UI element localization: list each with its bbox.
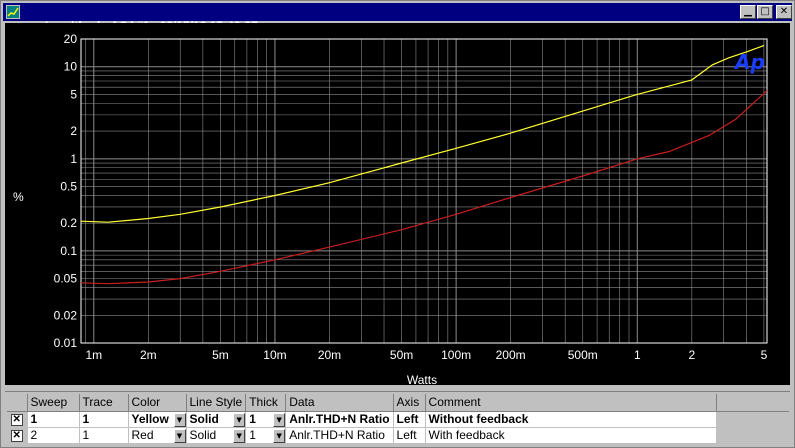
minimize-icon: ▁ (744, 6, 752, 17)
close-button[interactable]: ✕ (776, 5, 792, 19)
grid (81, 38, 767, 344)
y-tick-label: 0.2 (60, 216, 77, 230)
chevron-down-icon[interactable]: ▼ (173, 412, 185, 426)
x-tick-label: 10m (263, 348, 286, 362)
y-axis-label: % (13, 190, 24, 204)
cell-comment[interactable]: With feedback (425, 427, 717, 444)
y-tick-label: 2 (70, 124, 77, 138)
sweep-grid-panel: Sweep Trace Color Line Style Thick Data … (5, 391, 790, 447)
x-tick-label: 200m (496, 348, 526, 362)
col-header-sweep[interactable]: Sweep (27, 394, 80, 412)
app-icon (6, 5, 20, 19)
x-tick-label: 1m (85, 348, 102, 362)
cell-line-style[interactable]: Solid ▼ (186, 411, 247, 428)
cell-thick[interactable]: 1 ▼ (245, 427, 287, 444)
x-tick-label: 50m (390, 348, 413, 362)
col-header-check[interactable] (7, 394, 28, 412)
close-icon: ✕ (779, 6, 789, 17)
cell-filler (716, 427, 789, 444)
color-value: Yellow (131, 412, 169, 426)
y-tick-label: 0.05 (54, 272, 78, 286)
maximize-button[interactable]: □ (757, 5, 773, 19)
y-tick-label: 10 (64, 60, 78, 74)
cell-filler (716, 411, 789, 428)
thd-chart[interactable]: 20 10 5 2 1 0.5 0.2 0.1 0.05 0.02 0.01 1m 2m 5m 10m 20… (5, 23, 790, 385)
table-header-row: Sweep Trace Color Line Style Thick Data … (7, 394, 789, 412)
y-tick-label: 0.1 (60, 244, 77, 258)
cell-data[interactable]: Anlr.THD+N Ratio (285, 411, 394, 428)
ap-logo: Ap (733, 50, 765, 74)
graph-window: LoudthudACA#108/15/12 15:46:27 ▁ □ ✕ 20 1… (0, 0, 795, 448)
row-checkbox[interactable]: ✕ (7, 411, 28, 428)
table-row[interactable]: ✕ 1 1 Yellow ▼ Solid ▼ 1 ▼ Anlr.THD+N Ratio… (7, 411, 789, 428)
col-header-trace[interactable]: Trace (79, 394, 129, 412)
x-tick-label: 20m (318, 348, 341, 362)
col-header-color[interactable]: Color (128, 394, 187, 412)
col-header-axis[interactable]: Axis (393, 394, 426, 412)
chevron-down-icon[interactable]: ▼ (173, 428, 185, 442)
y-tick-labels: 20 10 5 2 1 0.5 0.2 0.1 0.05 0.02 0.01 (54, 32, 78, 350)
cell-sweep[interactable]: 1 (27, 411, 80, 428)
cell-trace[interactable]: 1 (79, 411, 129, 428)
x-tick-label: 500m (568, 348, 598, 362)
y-tick-label: 0.02 (54, 308, 78, 322)
col-header-data[interactable]: Data (285, 394, 394, 412)
table-row[interactable]: ✕ 2 1 Red ▼ Solid ▼ 1 ▼ Anlr.THD+N Ratio Le… (7, 427, 789, 444)
x-axis-label: Watts (407, 373, 437, 385)
col-header-thick[interactable]: Thick (245, 394, 287, 412)
col-header-filler (716, 394, 789, 412)
cell-thick[interactable]: 1 ▼ (245, 411, 287, 428)
thick-value: 1 (249, 428, 256, 442)
cell-color[interactable]: Red ▼ (128, 427, 187, 444)
cell-sweep[interactable]: 2 (27, 427, 80, 444)
cell-line-style[interactable]: Solid ▼ (186, 427, 247, 444)
x-tick-labels: 1m 2m 5m 10m 20m 50m 100m 200m 500m 1 2 5 (85, 348, 767, 362)
chevron-down-icon[interactable]: ▼ (273, 428, 285, 442)
row-checkbox[interactable]: ✕ (7, 427, 28, 444)
title-bar[interactable]: LoudthudACA#108/15/12 15:46:27 ▁ □ ✕ (3, 3, 792, 33)
x-tick-label: 2 (688, 348, 695, 362)
series-line-2 (80, 90, 768, 285)
chevron-down-icon[interactable]: ▼ (233, 428, 245, 442)
x-tick-label: 100m (441, 348, 471, 362)
cell-comment[interactable]: Without feedback (425, 411, 717, 428)
y-tick-label: 0.5 (60, 180, 77, 194)
col-header-comment[interactable]: Comment (425, 394, 717, 412)
sweep-table: Sweep Trace Color Line Style Thick Data … (7, 394, 789, 444)
line-style-value: Solid (189, 428, 217, 442)
x-tick-label: 2m (140, 348, 157, 362)
cell-trace[interactable]: 1 (79, 427, 129, 444)
thick-value: 1 (249, 412, 256, 426)
cell-axis[interactable]: Left (393, 411, 426, 428)
y-tick-label: 1 (70, 152, 77, 166)
chevron-down-icon[interactable]: ▼ (233, 412, 245, 426)
cell-axis[interactable]: Left (393, 427, 426, 444)
plot-area[interactable]: 20 10 5 2 1 0.5 0.2 0.1 0.05 0.02 0.01 1m 2m 5m 10m 20… (5, 23, 790, 385)
x-tick-label: 5m (212, 348, 229, 362)
x-tick-label: 5 (761, 348, 768, 362)
x-tick-label: 1 (634, 348, 641, 362)
cell-color[interactable]: Yellow ▼ (128, 411, 187, 428)
line-style-value: Solid (189, 412, 219, 426)
chevron-down-icon[interactable]: ▼ (273, 412, 285, 426)
col-header-line-style[interactable]: Line Style (186, 394, 247, 412)
minimize-button[interactable]: ▁ (740, 5, 756, 19)
y-tick-label: 5 (70, 87, 77, 101)
check-x-icon: ✕ (10, 413, 23, 426)
color-value: Red (131, 428, 154, 442)
maximize-icon: □ (760, 6, 770, 17)
check-x-icon: ✕ (10, 429, 23, 442)
y-tick-label: 20 (64, 32, 78, 46)
y-tick-label: 0.01 (54, 336, 78, 350)
cell-data[interactable]: Anlr.THD+N Ratio (285, 427, 394, 444)
plot-frame (80, 38, 768, 344)
